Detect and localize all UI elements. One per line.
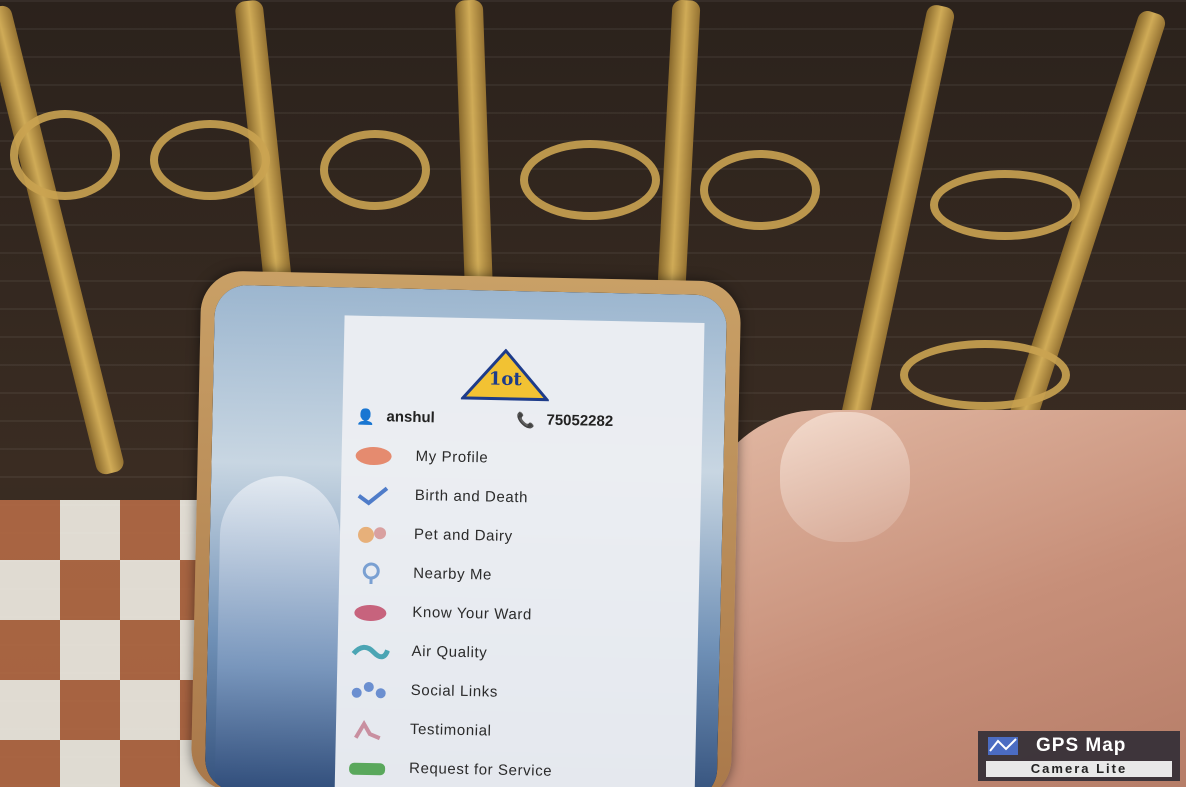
- thumb: [780, 412, 910, 542]
- gps-map-camera-watermark: GPS Map Camera Lite: [978, 731, 1180, 781]
- menu-item-label: Request for Service: [408, 759, 553, 780]
- gate-scroll: [520, 140, 660, 220]
- menu-item-label: Social Links: [410, 681, 499, 701]
- phone: 1ot 👤 anshul 📞 75052282 My Profile Birth…: [190, 270, 742, 787]
- user-icon: 👤: [356, 408, 376, 427]
- menu-item-label: My Profile: [415, 447, 489, 467]
- logo-text: 1ot: [488, 368, 522, 391]
- gate-scroll: [930, 170, 1080, 240]
- phone-screen: 1ot 👤 anshul 📞 75052282 My Profile Birth…: [204, 284, 728, 787]
- menu-item-label: Nearby Me: [413, 564, 493, 584]
- gate-scroll: [320, 130, 430, 210]
- gate-scroll: [900, 340, 1070, 410]
- menu-item-label: Birth and Death: [414, 486, 529, 507]
- testimonial-icon: [346, 716, 390, 741]
- gate-scroll: [10, 110, 120, 200]
- watermark-subtitle: Camera Lite: [986, 761, 1172, 777]
- ward-icon: [348, 599, 392, 624]
- phone-number: 75052282: [546, 411, 614, 431]
- checkmark-icon: [351, 482, 395, 507]
- profile-icon: [351, 443, 395, 468]
- menu-item-label: Pet and Dairy: [413, 525, 513, 545]
- menu-item-label: Testimonial: [409, 720, 492, 740]
- phone-icon: 📞: [516, 412, 536, 430]
- service-icon: [345, 755, 389, 780]
- user-info-row: 👤 anshul 📞 75052282: [356, 406, 686, 437]
- map-icon: [988, 737, 1018, 755]
- drawer-menu: My Profile Birth and Death Pet and Dairy…: [345, 436, 692, 787]
- nearby-icon: [349, 560, 393, 585]
- gate-scroll: [700, 150, 820, 230]
- watermark-title: GPS Map: [1036, 735, 1127, 756]
- social-links-icon: [347, 677, 391, 702]
- photo-scene: 1ot 👤 anshul 📞 75052282 My Profile Birth…: [0, 0, 1186, 787]
- wallpaper-person: [214, 474, 342, 787]
- air-quality-icon: [347, 638, 391, 663]
- menu-item-request-for-service[interactable]: Request for Service: [345, 748, 686, 787]
- navigation-drawer: 1ot 👤 anshul 📞 75052282 My Profile Birth…: [334, 315, 705, 787]
- menu-item-label: Air Quality: [411, 642, 488, 662]
- pet-icon: [350, 521, 394, 546]
- user-name: anshul: [386, 408, 435, 427]
- menu-item-label: Know Your Ward: [412, 603, 533, 624]
- gate-scroll: [150, 120, 270, 200]
